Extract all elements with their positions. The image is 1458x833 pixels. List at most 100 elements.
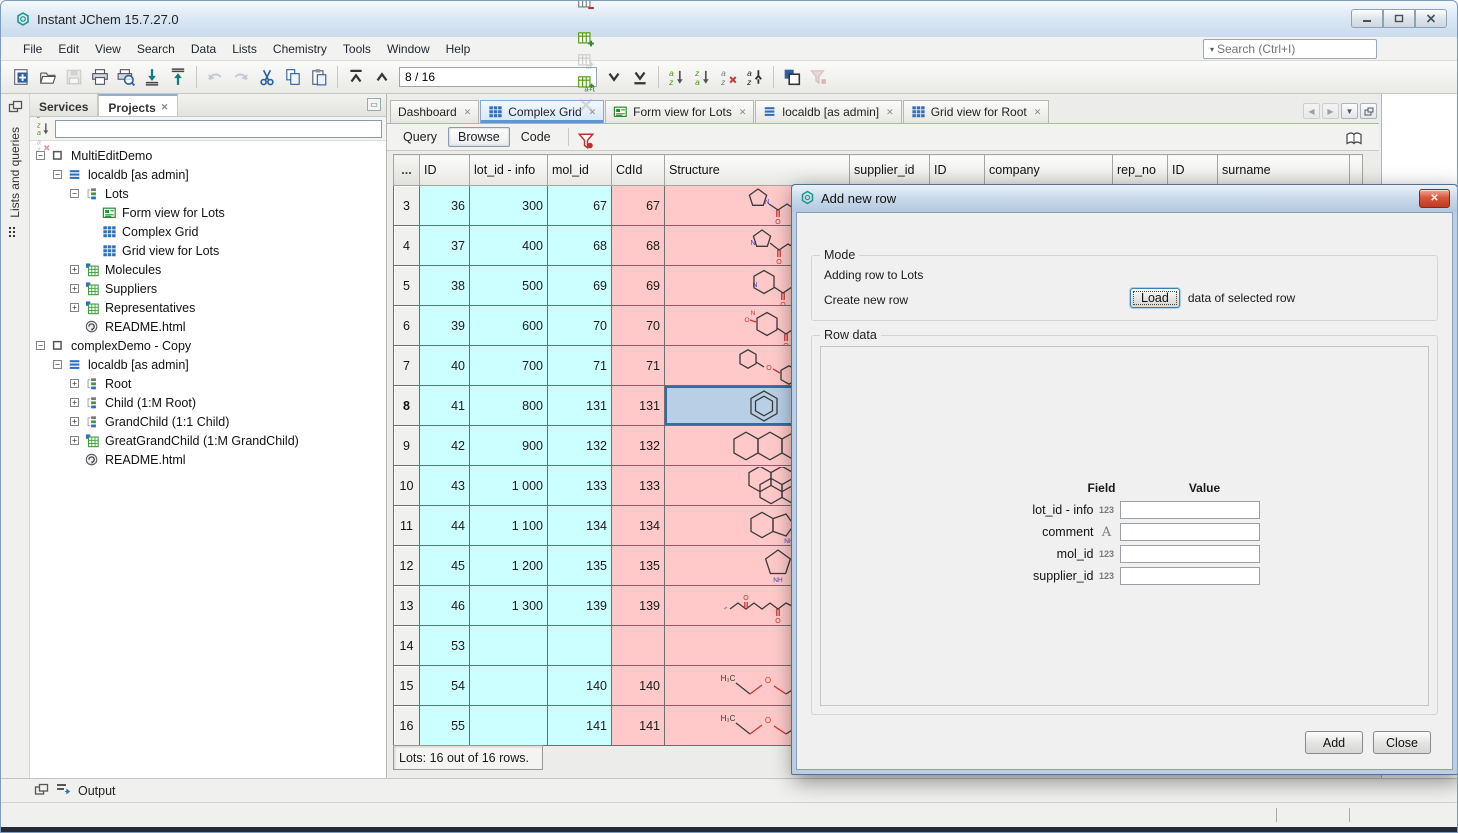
field-value-input[interactable] bbox=[1120, 545, 1260, 563]
dialog-close-icon[interactable]: ✕ bbox=[1419, 189, 1450, 208]
menu-edit[interactable]: Edit bbox=[50, 39, 87, 59]
cell-id[interactable]: 44 bbox=[420, 506, 470, 546]
field-value-input[interactable] bbox=[1120, 567, 1260, 585]
document-tab-grid-view-for-root[interactable]: Grid view for Root✕ bbox=[903, 100, 1050, 123]
tree-item[interactable]: −complexDemo - Copy bbox=[36, 336, 384, 355]
cell-lot-id-info[interactable] bbox=[470, 626, 548, 666]
cell-lot-id-info[interactable]: 1 300 bbox=[470, 586, 548, 626]
cell-lot-id-info[interactable] bbox=[470, 666, 548, 706]
close-dialog-button[interactable]: Close bbox=[1373, 731, 1431, 754]
lists-icon[interactable] bbox=[8, 226, 22, 242]
menu-view[interactable]: View bbox=[87, 39, 129, 59]
maximize-view-icon[interactable] bbox=[1360, 103, 1377, 119]
cell-lot-id-info[interactable] bbox=[470, 706, 548, 746]
add-ab-row-icon[interactable]: a+b bbox=[575, 72, 598, 94]
tree-item[interactable]: +GreatGrandChild (1:M GrandChild) bbox=[36, 431, 384, 450]
expand-icon[interactable]: + bbox=[70, 436, 79, 445]
collapse-icon[interactable]: − bbox=[53, 170, 62, 179]
cell-lot-id-info[interactable]: 1 000 bbox=[470, 466, 548, 506]
tree-item[interactable]: +Child (1:M Root) bbox=[36, 393, 384, 412]
save-icon[interactable] bbox=[61, 64, 87, 90]
column-header-structure[interactable]: Structure bbox=[665, 155, 850, 186]
cell-id[interactable]: 41 bbox=[420, 386, 470, 426]
add-child-row-icon[interactable] bbox=[575, 28, 598, 50]
cell-cdid[interactable]: 141 bbox=[612, 706, 665, 746]
panel-tab-projects[interactable]: Projects✕ bbox=[98, 94, 178, 116]
delete-row-icon[interactable] bbox=[575, 0, 598, 14]
row-number[interactable]: 11 bbox=[394, 506, 420, 546]
cell-id[interactable]: 40 bbox=[420, 346, 470, 386]
tab-list-dropdown-icon[interactable]: ▼ bbox=[1341, 103, 1358, 119]
cell-mol-id[interactable]: 68 bbox=[548, 226, 612, 266]
cell-mol-id[interactable]: 131 bbox=[548, 386, 612, 426]
cell-mol-id[interactable]: 69 bbox=[548, 266, 612, 306]
print-icon[interactable] bbox=[87, 64, 113, 90]
tree-item[interactable]: +Molecules bbox=[36, 260, 384, 279]
tree-item[interactable]: −localdb [as admin] bbox=[36, 355, 384, 374]
go-last-icon[interactable] bbox=[627, 64, 653, 90]
cell-id[interactable]: 36 bbox=[420, 186, 470, 226]
document-tab-form-view-for-lots[interactable]: Form view for Lots✕ bbox=[605, 100, 754, 123]
row-number[interactable]: 6 bbox=[394, 306, 420, 346]
cell-lot-id-info[interactable]: 300 bbox=[470, 186, 548, 226]
row-number[interactable]: 7 bbox=[394, 346, 420, 386]
expand-icon[interactable]: + bbox=[70, 417, 79, 426]
cell-cdid[interactable]: 133 bbox=[612, 466, 665, 506]
project-filter-input[interactable] bbox=[55, 120, 382, 138]
mode-button-code[interactable]: Code bbox=[511, 127, 561, 147]
cell-mol-id[interactable]: 133 bbox=[548, 466, 612, 506]
cell-cdid[interactable]: 134 bbox=[612, 506, 665, 546]
close-tab-icon[interactable]: ✕ bbox=[161, 102, 169, 113]
menu-help[interactable]: Help bbox=[438, 39, 479, 59]
row-number[interactable]: 13 bbox=[394, 586, 420, 626]
row-number[interactable]: 15 bbox=[394, 666, 420, 706]
print-preview-icon[interactable] bbox=[113, 64, 139, 90]
column-header-id[interactable]: ID bbox=[1168, 155, 1218, 186]
cell-id[interactable]: 39 bbox=[420, 306, 470, 346]
quick-search[interactable]: ▾ bbox=[1203, 39, 1377, 59]
cell-cdid[interactable]: 140 bbox=[612, 666, 665, 706]
column-header-id[interactable]: ID bbox=[930, 155, 985, 186]
dialog-title-bar[interactable]: Add new row bbox=[792, 185, 1457, 212]
cell-lot-id-info[interactable]: 400 bbox=[470, 226, 548, 266]
add-button[interactable]: Add bbox=[1305, 731, 1363, 754]
add-ct-row-icon[interactable]: ct bbox=[575, 50, 598, 72]
tree-item[interactable]: +GrandChild (1:1 Child) bbox=[36, 412, 384, 431]
row-number[interactable]: 9 bbox=[394, 426, 420, 466]
mode-button-query[interactable]: Query bbox=[393, 127, 447, 147]
cell-mol-id[interactable]: 139 bbox=[548, 586, 612, 626]
grid-corner-button[interactable]: ... bbox=[394, 155, 420, 186]
cell-mol-id[interactable]: 71 bbox=[548, 346, 612, 386]
cell-cdid[interactable]: 69 bbox=[612, 266, 665, 306]
cell-id[interactable]: 37 bbox=[420, 226, 470, 266]
record-indicator-field[interactable] bbox=[399, 67, 597, 87]
cell-cdid[interactable]: 67 bbox=[612, 186, 665, 226]
column-header-mol-id[interactable]: mol_id bbox=[548, 155, 612, 186]
document-tab-localdb-as-admin-[interactable]: localdb [as admin]✕ bbox=[755, 100, 901, 123]
cell-mol-id[interactable]: 140 bbox=[548, 666, 612, 706]
export-icon[interactable] bbox=[165, 64, 191, 90]
panel-tab-services[interactable]: Services bbox=[30, 94, 98, 116]
row-number[interactable]: 3 bbox=[394, 186, 420, 226]
collapse-icon[interactable]: − bbox=[36, 341, 45, 350]
row-number[interactable]: 12 bbox=[394, 546, 420, 586]
column-header-filler[interactable] bbox=[1350, 155, 1363, 186]
field-value-input[interactable] bbox=[1120, 501, 1260, 519]
cell-lot-id-info[interactable]: 500 bbox=[470, 266, 548, 306]
cell-cdid[interactable]: 70 bbox=[612, 306, 665, 346]
sort-descending-icon[interactable]: za bbox=[34, 120, 52, 137]
menu-data[interactable]: Data bbox=[183, 39, 224, 59]
maximize-button[interactable] bbox=[1383, 9, 1415, 28]
row-number[interactable]: 4 bbox=[394, 226, 420, 266]
cell-mol-id[interactable]: 132 bbox=[548, 426, 612, 466]
cell-mol-id[interactable]: 67 bbox=[548, 186, 612, 226]
tree-item[interactable]: −MultiEditDemo bbox=[36, 146, 384, 165]
column-header-cdid[interactable]: CdId bbox=[612, 155, 665, 186]
document-tab-dashboard[interactable]: Dashboard✕ bbox=[390, 100, 479, 123]
menu-file[interactable]: File bbox=[15, 39, 50, 59]
field-value-input[interactable] bbox=[1120, 523, 1260, 541]
cell-cdid[interactable]: 135 bbox=[612, 546, 665, 586]
column-header-rep-no[interactable]: rep_no bbox=[1113, 155, 1168, 186]
clear-sort-icon[interactable]: az bbox=[34, 137, 52, 154]
output-tab-label[interactable]: Output bbox=[78, 784, 116, 798]
